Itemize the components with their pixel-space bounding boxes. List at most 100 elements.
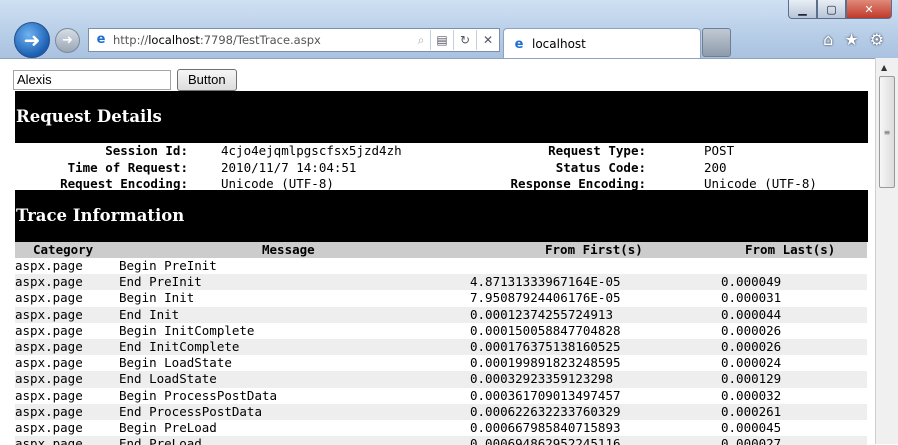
column-header-from-last: From Last(s) <box>745 242 836 257</box>
detail-label: Time of Request: <box>67 159 188 175</box>
cell-message: Begin PreInit <box>119 258 217 273</box>
cell-category: aspx.page <box>15 355 83 371</box>
input-form: Button <box>13 69 237 91</box>
ie-page-icon: e <box>96 32 106 47</box>
browser-chrome: ▁ ▢ ✕ ➜ ➜ e http://localhost:7798/TestTr… <box>0 0 898 59</box>
table-row: aspx.page End InitComplete 0.0001763751381… <box>15 338 867 356</box>
cell-from-first: 0.00012374255724913 <box>470 306 613 322</box>
favorites-star-icon[interactable]: ★ <box>844 30 858 49</box>
column-header-from-first: From First(s) <box>545 242 643 257</box>
table-row: aspx.page Begin InitComplete 0.00015005884… <box>15 323 867 339</box>
url-prefix: http:// <box>113 33 149 47</box>
detail-label: Status Code: <box>555 159 646 175</box>
cell-category: aspx.page <box>15 387 83 403</box>
trace-information-heading: Trace Information <box>15 190 868 242</box>
detail-label: Request Encoding: <box>60 176 188 191</box>
trace-table-header: Category Message From First(s) From Last… <box>15 242 867 258</box>
cell-from-last: 0.000044 <box>721 306 782 322</box>
address-url[interactable]: http://localhost:7798/TestTrace.aspx <box>113 33 412 47</box>
cell-from-last: 0.000045 <box>721 419 782 435</box>
table-row: aspx.page Begin LoadState 0.00019989182324… <box>15 355 867 371</box>
column-header-message: Message <box>262 242 315 257</box>
url-host: localhost <box>148 33 200 47</box>
cell-message: End InitComplete <box>119 338 240 354</box>
cell-from-last: 0.000129 <box>721 371 782 387</box>
refresh-icon[interactable]: ↻ <box>453 30 476 50</box>
table-row: aspx.page End LoadState 0.0003292335912329… <box>15 371 867 388</box>
detail-value: Unicode (UTF-8) <box>221 176 334 191</box>
cell-message: Begin PreLoad <box>119 419 217 435</box>
request-details-heading: Request Details <box>15 91 868 143</box>
new-tab-button[interactable] <box>702 28 731 57</box>
compatibility-view-icon[interactable]: ▤ <box>430 30 453 50</box>
detail-label: Response Encoding: <box>510 176 646 191</box>
detail-label: Request Type: <box>548 143 646 158</box>
url-path: :7798/TestTrace.aspx <box>199 33 321 47</box>
cell-category: aspx.page <box>15 258 83 273</box>
back-arrow-icon: ➜ <box>23 28 41 52</box>
cell-category: aspx.page <box>15 322 83 338</box>
detail-label: Session Id: <box>105 143 188 158</box>
cell-category: aspx.page <box>15 419 83 435</box>
stop-icon[interactable]: ✕ <box>476 30 499 50</box>
table-row: aspx.page End Init 0.00012374255724913 0.00… <box>15 306 867 323</box>
cell-from-last: 0.000026 <box>721 338 782 354</box>
tab-localhost[interactable]: e localhost <box>503 28 701 59</box>
detail-row: Time of Request: 2010/11/7 14:04:51 Status… <box>15 160 867 177</box>
cell-from-first: 0.000667985840715893 <box>470 419 621 435</box>
address-bar[interactable]: e http://localhost:7798/TestTrace.aspx ⌕… <box>88 28 500 52</box>
table-row: aspx.page End PreInit 4.87131333967164E-05… <box>15 274 867 291</box>
scrollbar-thumb[interactable]: ≡ <box>879 76 895 188</box>
tab-title: localhost <box>532 37 586 51</box>
window-controls: ▁ ▢ ✕ <box>788 0 892 20</box>
cell-category: aspx.page <box>15 403 83 419</box>
cell-from-last: 0.000024 <box>721 355 782 371</box>
trace-table-body: aspx.page Begin PreInit aspx.page End PreIn… <box>15 258 867 445</box>
forward-arrow-icon: ➜ <box>62 33 73 48</box>
gear-icon[interactable]: ⚙ <box>870 30 884 49</box>
cell-category: aspx.page <box>15 290 83 306</box>
minimize-icon[interactable]: ▁ <box>788 0 817 19</box>
cell-message: End LoadState <box>119 371 217 387</box>
cell-message: Begin Init <box>119 290 195 306</box>
table-row: aspx.page Begin PreInit <box>15 258 867 274</box>
cell-from-first: 0.000199891823248595 <box>470 355 621 371</box>
detail-row: Session Id: 4cjo4ejqmlpgscfsx5jzd4zh Reque… <box>15 143 867 160</box>
cell-from-last: 0.000261 <box>721 403 782 419</box>
cell-message: Begin InitComplete <box>119 322 255 338</box>
detail-value: POST <box>704 143 735 158</box>
table-row: aspx.page Begin Init 7.95087924406176E-05 0… <box>15 290 867 306</box>
detail-value: 4cjo4ejqmlpgscfsx5jzd4zh <box>221 143 402 158</box>
cell-from-first: 7.95087924406176E-05 <box>470 290 621 306</box>
scroll-up-icon[interactable]: ▲ <box>881 63 887 72</box>
cell-from-first: 0.00032923359123298 <box>470 371 613 387</box>
detail-value: 2010/11/7 14:04:51 <box>221 159 357 175</box>
cell-from-first: 0.000150058847704828 <box>470 322 621 338</box>
table-row: aspx.page Begin ProcessPostData 0.00036170… <box>15 388 867 404</box>
cell-message: End ProcessPostData <box>119 403 262 419</box>
forward-button[interactable]: ➜ <box>55 28 80 53</box>
column-header-category: Category <box>33 242 94 257</box>
vertical-scrollbar[interactable]: ▲ ≡ <box>875 58 898 444</box>
toolbar-icons: ⌂ ★ ⚙ <box>823 30 884 49</box>
cell-from-first: 4.87131333967164E-05 <box>470 274 621 290</box>
search-icon[interactable]: ⌕ <box>412 33 430 48</box>
name-textbox[interactable] <box>13 70 171 90</box>
cell-from-first: 0.000622632233760329 <box>470 403 621 419</box>
detail-value: 200 <box>704 159 727 175</box>
cell-message: End PreInit <box>119 274 202 290</box>
close-window-icon[interactable]: ✕ <box>846 0 892 19</box>
maximize-icon[interactable]: ▢ <box>817 0 846 19</box>
submit-button[interactable]: Button <box>177 69 237 91</box>
home-icon[interactable]: ⌂ <box>823 30 833 49</box>
back-button[interactable]: ➜ <box>14 22 50 58</box>
request-details-table: Session Id: 4cjo4ejqmlpgscfsx5jzd4zh Reque… <box>15 143 867 193</box>
cell-message: Begin LoadState <box>119 355 232 371</box>
cell-message: Begin ProcessPostData <box>119 387 278 403</box>
cell-from-first: 0.000361709013497457 <box>470 387 621 403</box>
cell-message: End Init <box>119 306 180 322</box>
cell-category: aspx.page <box>15 338 83 354</box>
ie-tab-icon: e <box>514 36 524 52</box>
cell-from-last: 0.000032 <box>721 387 782 403</box>
cell-category: aspx.page <box>15 274 83 290</box>
